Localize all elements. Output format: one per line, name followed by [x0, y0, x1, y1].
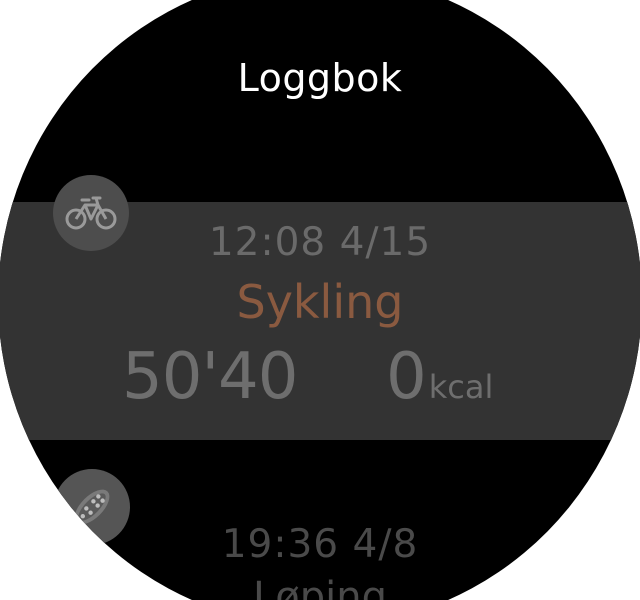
calories-unit: kcal: [428, 368, 494, 406]
entry-calories: 0kcal: [386, 345, 493, 409]
entry-stats: 50'40 0kcal: [0, 345, 640, 415]
watch-screen: Loggbok 12:08 4/15 Sykling 50'40 0kcal 1…: [0, 0, 640, 600]
page-title: Loggbok: [237, 56, 403, 100]
watch-face: Loggbok 12:08 4/15 Sykling 50'40 0kcal 1…: [0, 0, 640, 600]
calories-value: 0: [386, 340, 427, 414]
entry-time-date: 19:36 4/8: [221, 522, 419, 567]
entry-duration: 50'40: [122, 340, 298, 414]
entry-time-date: 12:08 4/15: [208, 220, 432, 265]
entry-sport-name: Løping: [252, 574, 387, 600]
entry-sport-name: Sykling: [236, 275, 404, 329]
